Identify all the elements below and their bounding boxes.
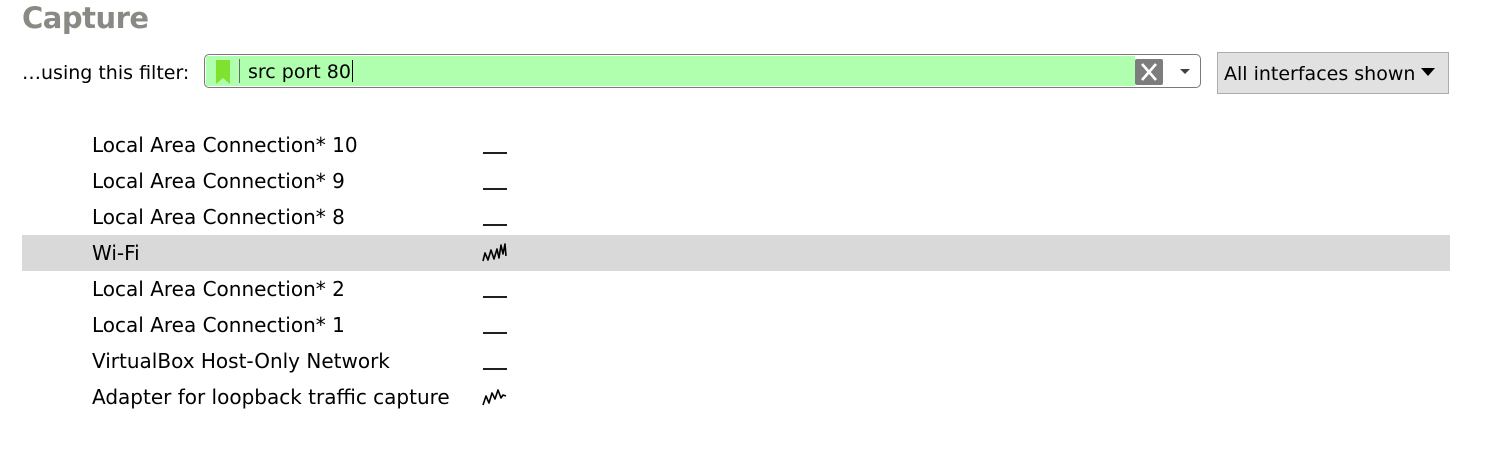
chevron-down-icon — [1180, 69, 1190, 74]
interfaces-shown-select[interactable]: All interfaces shown — [1217, 52, 1449, 94]
interface-row[interactable]: Local Area Connection* 8 — [22, 199, 1450, 235]
sparkline-icon — [482, 243, 507, 262]
interface-name: VirtualBox Host-Only Network — [92, 349, 390, 373]
filter-history-dropdown-button[interactable] — [1171, 56, 1199, 86]
interface-row[interactable]: VirtualBox Host-Only Network — [22, 343, 1450, 379]
interface-row[interactable]: Local Area Connection* 2 — [22, 271, 1450, 307]
interface-name: Local Area Connection* 1 — [92, 313, 345, 337]
interface-name: Local Area Connection* 2 — [92, 277, 345, 301]
sparkline-icon — [483, 224, 507, 226]
interface-name: Local Area Connection* 8 — [92, 205, 345, 229]
close-icon — [1141, 63, 1157, 81]
interface-row-selected[interactable]: Wi-Fi — [22, 235, 1450, 271]
bookmark-divider — [239, 59, 240, 83]
sparkline-icon — [482, 389, 507, 406]
capture-filter-field[interactable]: src port 80 — [204, 54, 1201, 88]
capture-section-title: Capture — [22, 1, 149, 35]
sparkline-icon — [483, 368, 507, 370]
bookmark-icon[interactable] — [215, 60, 231, 84]
sparkline-icon — [483, 332, 507, 334]
filter-label: …using this filter: — [22, 62, 190, 84]
sparkline-icon — [483, 296, 507, 298]
interface-row[interactable]: Local Area Connection* 9 — [22, 163, 1450, 199]
filter-input-value: src port 80 — [248, 61, 351, 83]
text-caret — [351, 60, 353, 82]
filter-input-text[interactable]: src port 80 — [248, 60, 353, 83]
interface-row[interactable]: Local Area Connection* 1 — [22, 307, 1450, 343]
caret-down-icon — [1421, 68, 1435, 76]
interface-row[interactable]: Adapter for loopback traffic capture — [22, 379, 1450, 415]
interface-name: Local Area Connection* 9 — [92, 169, 345, 193]
sparkline-icon — [483, 152, 507, 154]
interface-list: Local Area Connection* 10 Local Area Con… — [22, 127, 1450, 415]
sparkline-icon — [483, 188, 507, 190]
interface-name: Local Area Connection* 10 — [92, 133, 358, 157]
interface-name: Adapter for loopback traffic capture — [92, 385, 450, 409]
interface-row[interactable]: Local Area Connection* 10 — [22, 127, 1450, 163]
clear-filter-button[interactable] — [1135, 59, 1163, 85]
interface-name: Wi-Fi — [92, 241, 140, 265]
interfaces-shown-label: All interfaces shown — [1224, 63, 1416, 85]
